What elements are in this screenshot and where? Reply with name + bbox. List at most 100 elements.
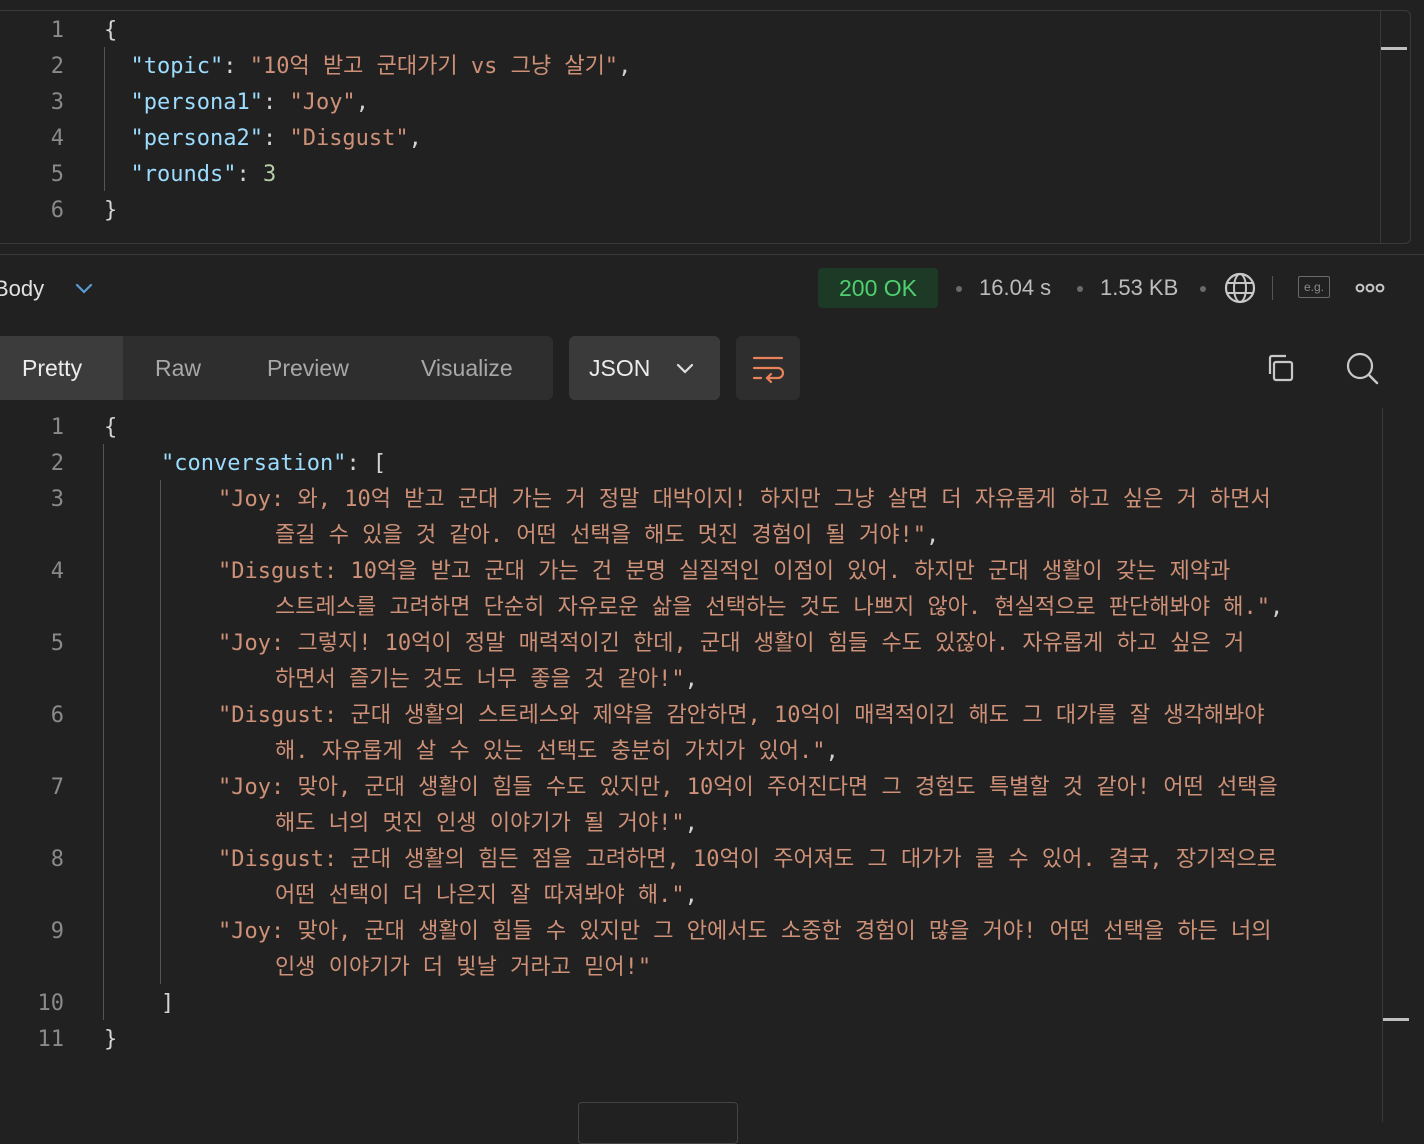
code-token: , — [825, 739, 839, 764]
scrollbar-marker — [1383, 1018, 1409, 1021]
code-token: "Disgust" — [289, 126, 409, 151]
code-line: "conversation": [ — [161, 446, 386, 482]
code-line: "Disgust: 군대 생활의 힘든 점을 고려하면, 10억이 주어져도 그… — [218, 842, 1277, 878]
indent-guide — [103, 444, 104, 1020]
code-token: : — [262, 90, 290, 115]
line-number: 5 — [50, 631, 64, 656]
response-body-label[interactable]: Body — [0, 274, 44, 304]
code-token: { — [104, 18, 118, 43]
code-token: "Disgust: 군대 생활의 힘든 점을 고려하면, 10억이 주어져도 그… — [218, 847, 1278, 872]
code-token: , — [408, 126, 422, 151]
indent-guide — [160, 480, 161, 984]
code-line: "topic": "10억 받고 군대가기 vs 그냥 살기", — [104, 49, 631, 85]
code-token: } — [104, 198, 118, 223]
line-number: 3 — [50, 90, 64, 115]
code-token: "Joy" — [289, 90, 356, 115]
code-line: 즐길 수 있을 것 같아. 어떤 선택을 해도 멋진 경험이 될 거야!", — [275, 518, 939, 554]
code-line: "Joy: 와, 10억 받고 군대 가는 거 정말 대박이지! 하지만 그냥 … — [218, 482, 1271, 518]
line-number: 6 — [50, 198, 64, 223]
wrap-lines-icon — [752, 356, 785, 384]
example-icon[interactable]: e.g. — [1298, 276, 1330, 298]
format-select[interactable]: JSON — [569, 336, 720, 400]
code-token: ] — [161, 991, 175, 1016]
chevron-down-icon — [676, 363, 694, 374]
line-number: 2 — [50, 54, 64, 79]
code-line: "persona1": "Joy", — [104, 85, 369, 121]
code-token: : — [262, 126, 290, 151]
tab-visualize[interactable]: Visualize — [421, 336, 513, 400]
scrollbar-track[interactable] — [1380, 11, 1381, 243]
code-token: : [ — [346, 451, 387, 476]
response-time[interactable]: 16.04 s — [979, 273, 1051, 303]
status-badge[interactable]: 200 OK — [818, 268, 938, 308]
code-line: { — [104, 410, 117, 446]
copy-icon[interactable] — [1264, 350, 1300, 386]
code-token: 해도 너의 멋진 인생 이야기가 될 거야!" — [275, 811, 685, 836]
code-token: , — [1270, 595, 1284, 620]
tab-raw[interactable]: Raw — [155, 336, 201, 400]
code-token: "Joy: 맞아, 군대 생활이 힘들 수도 있지만, 10억이 주어진다면 그… — [218, 775, 1278, 800]
tab-preview[interactable]: Preview — [267, 336, 349, 400]
line-number: 4 — [50, 126, 64, 151]
code-token: "Joy: 그렇지! 10억이 정말 매력적이긴 한데, 군대 생활이 힘들 수… — [218, 631, 1245, 656]
format-label: JSON — [589, 355, 651, 381]
code-token: 스트레스를 고려하면 단순히 자유로운 삶을 선택하는 것도 나쁘지 않아. 현… — [275, 595, 1271, 620]
code-line: "Joy: 그렇지! 10억이 정말 매력적이긴 한데, 군대 생활이 힘들 수… — [218, 626, 1244, 662]
line-number: 1 — [50, 18, 64, 43]
code-token: "Joy: 맞아, 군대 생활이 힘들 수 있지만 그 안에서도 소중한 경험이… — [218, 919, 1272, 944]
code-line: "Disgust: 10억을 받고 군대 가는 건 분명 실질적인 이점이 있어… — [218, 554, 1230, 590]
line-number: 8 — [50, 847, 64, 872]
bottom-panel-handle[interactable] — [578, 1102, 738, 1144]
code-token: "10억 받고 군대가기 vs 그냥 살기" — [249, 54, 619, 79]
code-token: "Joy: 와, 10억 받고 군대 가는 거 정말 대박이지! 하지만 그냥 … — [218, 487, 1271, 512]
code-line: { — [104, 13, 117, 49]
line-number: 7 — [50, 775, 64, 800]
code-token: "rounds" — [104, 162, 237, 187]
scrollbar-marker — [1381, 47, 1407, 50]
wrap-lines-button[interactable] — [736, 336, 800, 400]
code-token: "topic" — [104, 54, 224, 79]
code-line: "Joy: 맞아, 군대 생활이 힘들 수도 있지만, 10억이 주어진다면 그… — [218, 770, 1278, 806]
view-tabs: Pretty Raw Preview Visualize — [0, 336, 553, 400]
code-line: 어떤 선택이 더 나은지 잘 따져봐야 해.", — [275, 878, 698, 914]
code-token: , — [618, 54, 632, 79]
code-token: "Disgust: 군대 생활의 스트레스와 제약을 감안하면, 10억이 매력… — [218, 703, 1265, 728]
code-token: , — [684, 811, 698, 836]
more-icon[interactable] — [1352, 278, 1388, 298]
code-line: "Joy: 맞아, 군대 생활이 힘들 수 있지만 그 안에서도 소중한 경험이… — [218, 914, 1272, 950]
line-number: 11 — [37, 1027, 65, 1052]
code-line: "rounds": 3 — [104, 157, 276, 193]
code-token: , — [925, 523, 940, 548]
tab-pretty[interactable]: Pretty — [0, 336, 123, 400]
code-line: 해도 너의 멋진 인생 이야기가 될 거야!", — [275, 806, 698, 842]
code-line: 해. 자유롭게 살 수 있는 선택도 충분히 가치가 있어.", — [275, 734, 839, 770]
chevron-down-icon[interactable] — [72, 276, 96, 300]
request-body-editor[interactable]: 1 {2 "topic": "10억 받고 군대가기 vs 그냥 살기", 3 "p… — [0, 10, 1411, 244]
line-number: 9 — [50, 919, 64, 944]
search-icon[interactable] — [1343, 349, 1381, 387]
code-token: 인생 이야기가 더 빛날 거라고 믿어!" — [275, 955, 652, 980]
line-number: 1 — [50, 415, 64, 440]
pane-divider[interactable] — [0, 254, 1424, 255]
line-number: 5 — [50, 162, 64, 187]
code-line: } — [104, 193, 117, 229]
indent-guide — [104, 47, 105, 191]
code-line: "persona2": "Disgust", — [104, 121, 422, 157]
response-size[interactable]: 1.53 KB — [1100, 273, 1178, 303]
line-number: 3 — [50, 487, 64, 512]
code-token: 해. 자유롭게 살 수 있는 선택도 충분히 가치가 있어." — [275, 739, 826, 764]
globe-icon[interactable] — [1223, 271, 1257, 305]
code-token: } — [104, 1027, 118, 1052]
scrollbar-track[interactable] — [1382, 408, 1383, 1122]
toolbar-divider — [1272, 276, 1273, 300]
code-token: { — [104, 415, 118, 440]
line-number: 2 — [50, 451, 64, 476]
code-line: 인생 이야기가 더 빛날 거라고 믿어!" — [275, 950, 651, 986]
code-token: , — [355, 90, 369, 115]
code-token: 어떤 선택이 더 나은지 잘 따져봐야 해." — [275, 883, 685, 908]
code-token: , — [684, 667, 698, 692]
code-token: "persona2" — [104, 126, 263, 151]
line-number: 6 — [50, 703, 64, 728]
code-line: 스트레스를 고려하면 단순히 자유로운 삶을 선택하는 것도 나쁘지 않아. 현… — [275, 590, 1283, 626]
code-token: 하면서 즐기는 것도 너무 좋을 것 같아!" — [275, 667, 685, 692]
